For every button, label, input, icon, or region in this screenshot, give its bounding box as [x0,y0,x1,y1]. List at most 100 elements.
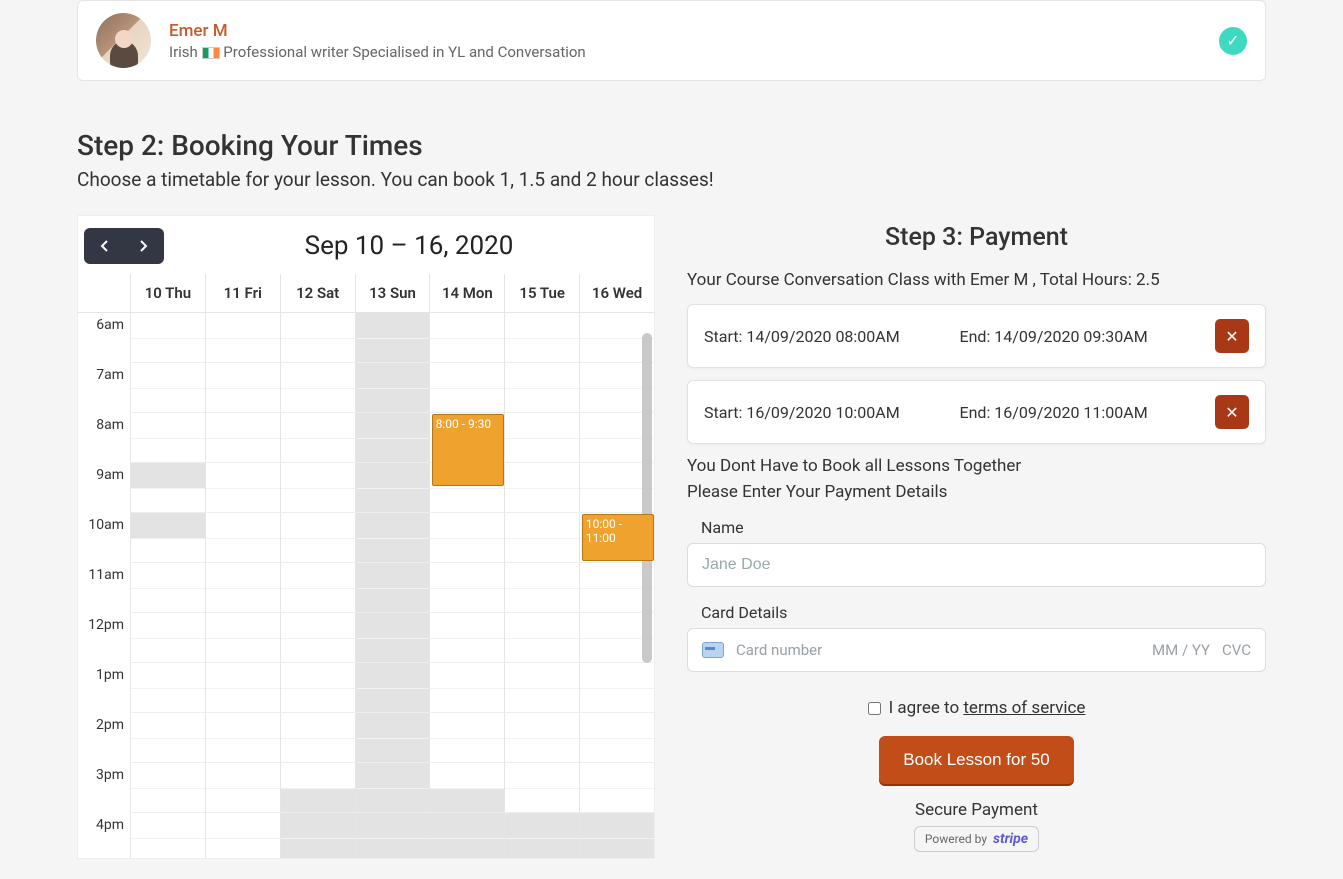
time-slot[interactable] [579,713,654,763]
day-header: 11 Fri [205,274,280,312]
calendar-body[interactable]: 6am7am8am9am10am11am12pm1pm2pm3pm4pm8:00… [78,313,654,858]
time-slot[interactable] [355,313,430,363]
time-slot[interactable] [355,563,430,613]
delete-booking-button[interactable]: ✕ [1215,395,1249,429]
time-slot[interactable] [205,663,280,713]
time-slot[interactable] [504,413,579,463]
time-slot[interactable] [504,613,579,663]
time-slot[interactable] [280,813,355,858]
order-summary: Your Course Conversation Class with Emer… [687,270,1266,290]
next-week-button[interactable] [124,228,164,264]
time-slot[interactable] [504,713,579,763]
prev-week-button[interactable] [84,228,124,264]
teacher-name[interactable]: Emer M [169,21,586,41]
delete-booking-button[interactable]: ✕ [1215,319,1249,353]
book-lesson-button[interactable]: Book Lesson for 50 [879,736,1073,784]
time-slot[interactable] [280,613,355,663]
time-slot[interactable] [130,463,205,513]
time-slot[interactable] [205,813,280,858]
day-header: 14 Mon [429,274,504,312]
hour-label: 11am [78,563,130,613]
time-slot[interactable] [130,813,205,858]
time-slot[interactable] [280,313,355,363]
teacher-nationality: Irish [169,43,198,61]
teacher-card: Emer M Irish Professional writer Special… [77,0,1266,81]
name-field[interactable] [687,543,1266,587]
note-line: You Dont Have to Book all Lessons Togeth… [687,456,1266,476]
time-slot[interactable] [205,313,280,363]
time-slot[interactable] [355,363,430,413]
time-slot[interactable] [355,713,430,763]
time-slot[interactable] [355,813,430,858]
time-slot[interactable] [280,713,355,763]
calendar-event[interactable]: 8:00 - 9:30 [432,414,504,486]
time-slot[interactable] [504,813,579,858]
check-icon: ✓ [1219,27,1247,55]
tos-link[interactable]: terms of service [963,698,1085,718]
time-slot[interactable] [504,363,579,413]
time-slot[interactable] [130,713,205,763]
time-slot[interactable] [205,713,280,763]
time-slot[interactable] [504,763,579,813]
time-slot[interactable] [205,613,280,663]
time-slot[interactable] [205,463,280,513]
time-slot[interactable] [130,363,205,413]
scrollbar-thumb[interactable] [642,333,652,663]
time-slot[interactable] [205,363,280,413]
time-slot[interactable] [429,663,504,713]
time-slot[interactable] [355,413,430,463]
time-slot[interactable] [205,513,280,563]
calendar-day-header: 10 Thu 11 Fri 12 Sat 13 Sun 14 Mon 15 Tu… [78,274,654,313]
card-field[interactable]: Card number MM / YY CVC [687,628,1266,672]
time-slot[interactable] [504,513,579,563]
time-slot[interactable] [579,763,654,813]
time-slot[interactable] [504,463,579,513]
time-slot[interactable] [280,763,355,813]
time-slot[interactable] [130,513,205,563]
day-header: 16 Wed [579,274,654,312]
time-slot[interactable] [280,563,355,613]
time-slot[interactable] [429,563,504,613]
time-slot[interactable] [504,313,579,363]
time-slot[interactable] [130,563,205,613]
hour-label: 1pm [78,663,130,713]
time-slot[interactable] [130,413,205,463]
time-slot[interactable] [130,763,205,813]
time-slot[interactable] [429,813,504,858]
time-slot[interactable] [205,413,280,463]
time-slot[interactable] [130,313,205,363]
time-slot[interactable] [280,413,355,463]
time-slot[interactable] [280,363,355,413]
time-slot[interactable] [130,613,205,663]
tos-checkbox[interactable] [868,702,881,715]
time-slot[interactable] [280,463,355,513]
time-slot[interactable] [504,563,579,613]
calendar-event[interactable]: 10:00 - 11:00 [582,514,654,561]
time-slot[interactable] [355,663,430,713]
time-slot[interactable] [355,513,430,563]
time-slot[interactable] [205,763,280,813]
name-label: Name [687,518,1266,537]
time-slot[interactable] [280,663,355,713]
time-slot[interactable] [429,713,504,763]
secure-label: Secure Payment [687,800,1266,820]
powered-by: Powered by [925,832,987,846]
time-slot[interactable] [355,463,430,513]
time-slot[interactable] [429,513,504,563]
time-slot[interactable] [579,813,654,858]
tos-prefix: I agree to [889,698,964,718]
teacher-sub: Irish Professional writer Specialised in… [169,43,586,61]
time-slot[interactable] [355,613,430,663]
time-slot[interactable] [579,663,654,713]
time-slot[interactable] [355,763,430,813]
time-slot[interactable] [429,613,504,663]
time-slot[interactable] [205,563,280,613]
time-slot[interactable] [429,363,504,413]
time-slot[interactable] [130,663,205,713]
hour-label: 6am [78,313,130,363]
time-slot[interactable] [504,663,579,713]
time-slot[interactable] [280,513,355,563]
time-slot[interactable] [429,313,504,363]
card-number-ph: Card number [736,641,822,659]
time-slot[interactable] [429,763,504,813]
